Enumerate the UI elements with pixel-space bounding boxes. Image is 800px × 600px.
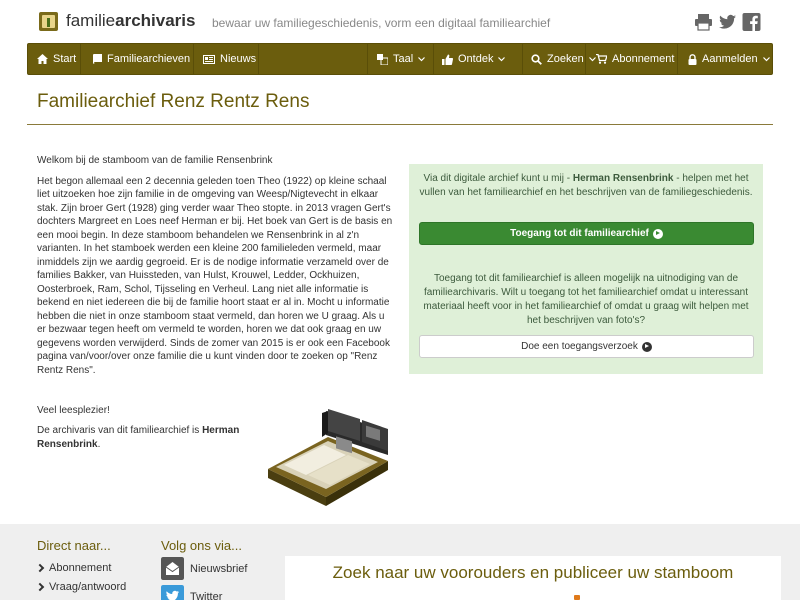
follow-nieuwsbrief[interactable]: Nieuwsbrief — [161, 557, 247, 580]
nav-ontdek[interactable]: Ontdek — [442, 44, 506, 74]
request-access-button[interactable]: Doe een toegangsverzoek — [419, 335, 754, 358]
panel-intro-text: Via dit digitale archief kunt u mij - He… — [418, 172, 754, 200]
chevron-down-icon — [498, 56, 506, 61]
chevron-down-icon — [762, 56, 770, 61]
footer-link-vraag-antwoord[interactable]: Vraag/antwoord — [35, 581, 127, 593]
nav-divider — [433, 44, 434, 74]
nav-divider — [367, 44, 368, 74]
follow-twitter[interactable]: Twitter — [161, 585, 222, 600]
twitter-icon — [161, 585, 184, 600]
footer-link-label: Vraag/antwoord — [49, 581, 127, 593]
footer-link-label: Abonnement — [49, 562, 112, 574]
archivist-text: De archivaris van dit familiearchief is … — [37, 424, 252, 451]
search-icon — [531, 53, 542, 65]
main-navbar: Start Familiearchieven Nieuws Taal Ontde… — [27, 43, 773, 75]
nav-label: Taal — [393, 53, 414, 65]
nav-divider — [80, 44, 81, 74]
direct-heading: Direct naar... — [37, 538, 111, 553]
nav-nieuws[interactable]: Nieuws — [203, 44, 256, 74]
chevron-right-icon — [35, 563, 45, 573]
welcome-text: Welkom bij de stamboom van de familie Re… — [37, 155, 273, 166]
nav-label: Zoeken — [547, 53, 584, 65]
title-divider — [27, 124, 773, 125]
access-archive-button[interactable]: Toegang tot dit familiearchief — [419, 222, 754, 245]
nav-label: Nieuws — [220, 53, 257, 65]
nav-label: Start — [53, 53, 77, 65]
follow-label: Twitter — [190, 590, 223, 600]
nav-divider — [522, 44, 523, 74]
nav-label: Aanmelden — [702, 53, 758, 65]
footer-link-abonnement[interactable]: Abonnement — [35, 562, 112, 574]
nav-label: Abonnement — [612, 53, 675, 65]
nav-label: Familiearchieven — [107, 53, 191, 65]
access-info-text: Toegang tot dit familiearchief is alleen… — [423, 273, 749, 326]
nav-divider — [585, 44, 586, 74]
arrow-circle-right-icon — [652, 228, 663, 239]
nav-start[interactable]: Start — [37, 44, 76, 74]
brand-bold[interactable]: archivaris — [115, 11, 195, 30]
familiearchivaris-logo-icon[interactable] — [39, 12, 58, 31]
nav-divider — [258, 44, 259, 74]
orange-tab-icon — [574, 595, 580, 600]
nav-divider — [193, 44, 194, 74]
request-button-label: Doe een toegangsverzoek — [521, 341, 638, 352]
search-card-title: Zoek naar uw voorouders en publiceer uw … — [332, 563, 734, 582]
nav-taal[interactable]: Taal — [377, 44, 426, 74]
thumbs-up-icon — [442, 54, 453, 65]
twitter-icon[interactable] — [718, 13, 737, 31]
chevron-down-icon — [418, 56, 426, 61]
home-icon — [37, 54, 48, 64]
intro-body: Het begon allemaal een 2 decennia gelede… — [37, 175, 393, 376]
nav-abonnement[interactable]: Abonnement — [596, 44, 674, 74]
panel-text-prefix: Via dit digitale archief kunt u mij - — [423, 173, 573, 184]
chevron-right-icon — [35, 582, 45, 592]
access-button-label: Toegang tot dit familiearchief — [510, 228, 649, 239]
follow-heading: Volg ons via... — [161, 538, 242, 553]
follow-label: Nieuwsbrief — [190, 562, 248, 575]
lock-icon — [688, 53, 697, 65]
tagline: bewaar uw familiegeschiedenis, vorm een … — [212, 16, 551, 30]
archivist-suffix: . — [97, 438, 101, 450]
language-icon — [377, 53, 388, 65]
archive-box-image — [268, 409, 388, 506]
print-icon[interactable] — [694, 13, 713, 31]
top-header: familiearchivaris bewaar uw familiegesch… — [0, 0, 800, 44]
brand-name[interactable]: familiearchivaris — [66, 11, 195, 31]
chevron-down-icon — [588, 56, 596, 61]
facebook-icon[interactable] — [742, 13, 761, 31]
arrow-circle-right-icon — [641, 341, 652, 352]
brand-plain[interactable]: familie — [66, 11, 115, 30]
nav-aanmelden[interactable]: Aanmelden — [688, 44, 770, 74]
book-icon — [93, 54, 102, 64]
nav-familiearchieven[interactable]: Familiearchieven — [92, 44, 190, 74]
page-title: Familiearchief Renz Rentz Rens — [37, 91, 310, 112]
newspaper-icon — [203, 54, 215, 64]
cart-icon — [596, 54, 607, 64]
panel-archivist-name: Herman Rensenbrink — [572, 173, 674, 184]
nav-divider — [677, 44, 678, 74]
nav-label: Ontdek — [458, 53, 494, 65]
newsletter-icon — [161, 557, 184, 580]
archivist-prefix: De archivaris van dit familiearchief is — [37, 425, 203, 436]
